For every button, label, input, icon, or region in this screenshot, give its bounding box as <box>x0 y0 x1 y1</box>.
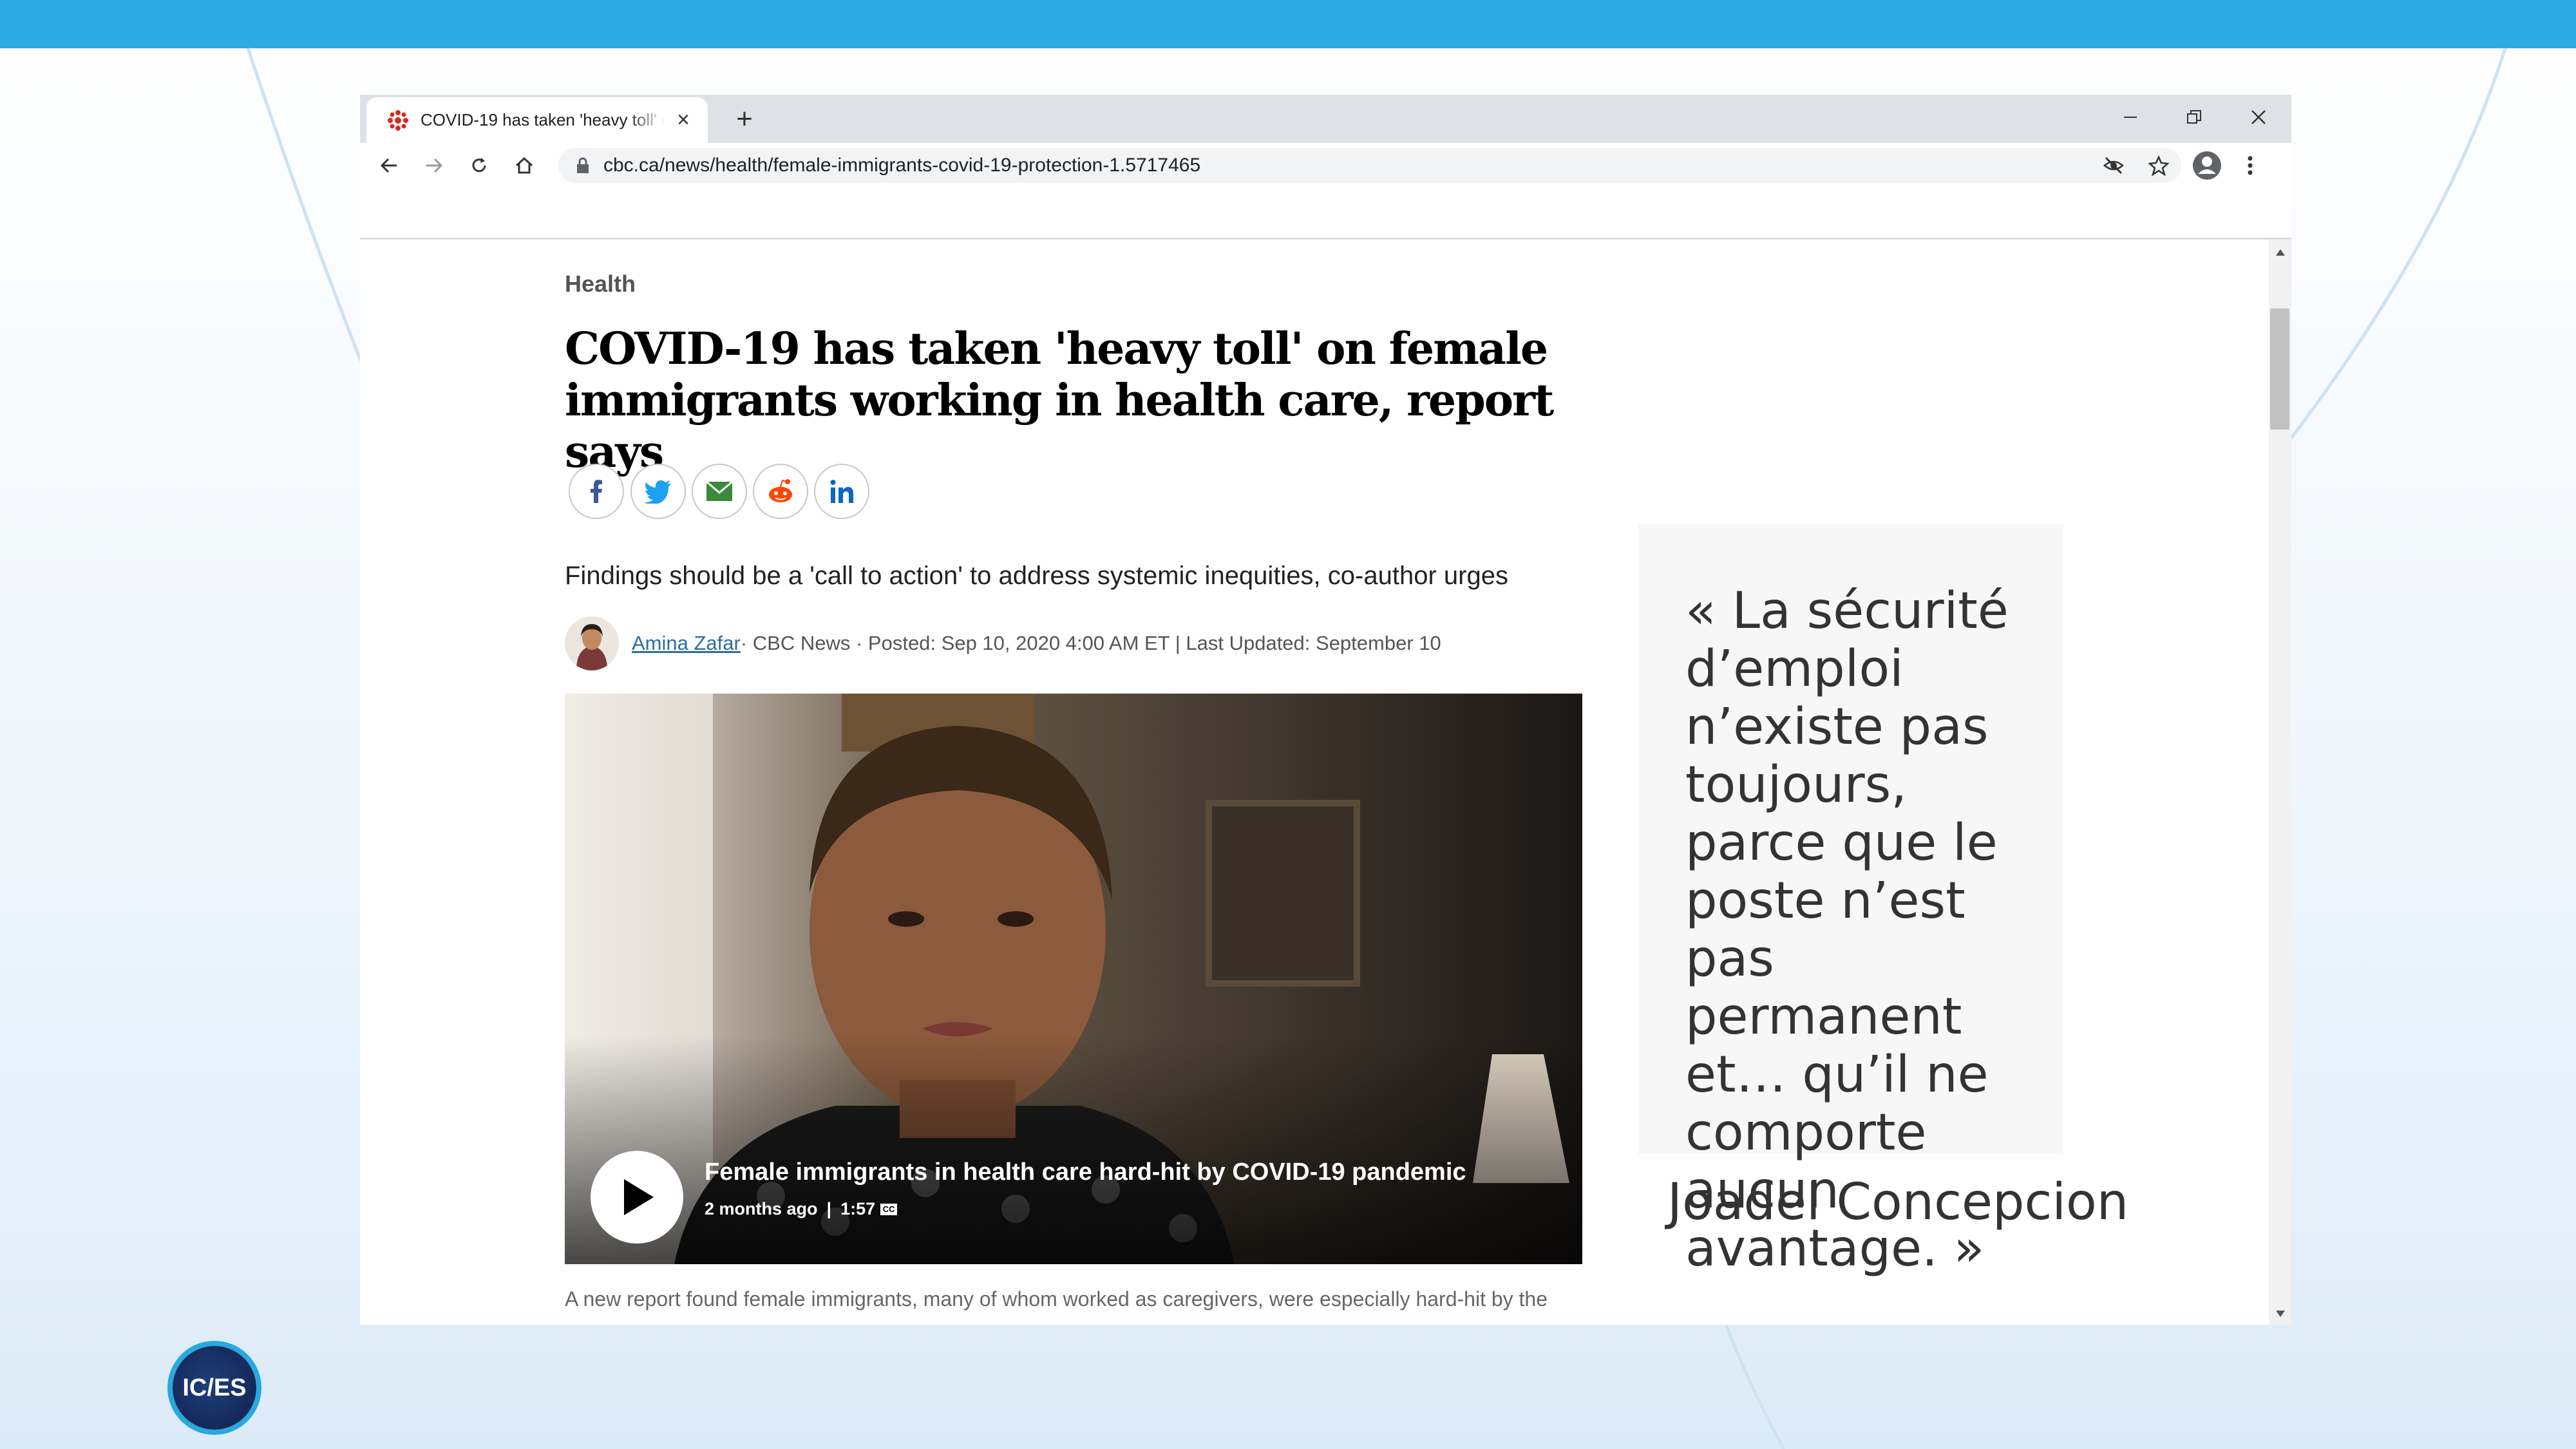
back-arrow-icon <box>380 158 397 173</box>
video-meta-separator: | <box>826 1199 832 1218</box>
browser-toolbar: cbc.ca/news/health/female-immigrants-cov… <box>360 143 2291 188</box>
quote-author: Joadel Concepcion <box>1667 1173 2129 1231</box>
reload-icon <box>472 158 486 173</box>
article-headline: COVID-19 has taken 'heavy toll' on femal… <box>565 323 1554 478</box>
minimize-button[interactable] <box>2111 101 2150 133</box>
bookmark-star-icon[interactable] <box>2143 149 2175 182</box>
url-text: cbc.ca/news/health/female-immigrants-cov… <box>603 155 1201 176</box>
linkedin-share-icon[interactable] <box>814 464 869 519</box>
restore-button[interactable] <box>2175 101 2213 133</box>
tab-close-icon[interactable]: × <box>670 108 696 133</box>
reddit-share-icon[interactable] <box>753 464 808 519</box>
new-tab-button[interactable]: + <box>730 105 759 133</box>
menu-kebab-icon[interactable] <box>2234 149 2266 182</box>
profile-avatar-icon[interactable] <box>2191 149 2223 182</box>
article-body: A new report found female immigrants, ma… <box>565 1287 1548 1311</box>
byline-meta: · CBC News · Posted: Sep 10, 2020 4:00 A… <box>740 632 1441 654</box>
play-icon <box>624 1179 654 1215</box>
ices-logo-text: IC/ES <box>182 1374 247 1401</box>
email-share-icon[interactable] <box>692 464 747 519</box>
section-label[interactable]: Health <box>565 270 636 298</box>
scrollbar-thumb[interactable] <box>2270 308 2289 430</box>
video-meta: 2 months ago | 1:57 CC <box>705 1199 898 1219</box>
ices-logo: IC/ES <box>173 1346 256 1430</box>
byline: Amina Zafar · CBC News · Posted: Sep 10,… <box>565 616 1441 670</box>
video-title: Female immigrants in health care hard-hi… <box>705 1159 1466 1186</box>
author-avatar[interactable] <box>565 616 619 670</box>
back-button[interactable] <box>373 149 405 182</box>
cbc-favicon-icon <box>387 109 409 131</box>
tab-strip: COVID-19 has taken 'heavy toll' on femal… <box>360 95 2291 143</box>
address-bar[interactable]: cbc.ca/news/health/female-immigrants-cov… <box>558 148 2181 183</box>
lock-icon <box>576 157 589 174</box>
eye-off-icon[interactable] <box>2098 149 2130 182</box>
scroll-down-arrow-icon[interactable] <box>2269 1305 2291 1322</box>
home-icon <box>515 156 533 174</box>
video-player[interactable]: Female immigrants in health care hard-hi… <box>565 694 1582 1264</box>
video-age: 2 months ago <box>705 1199 818 1218</box>
twitter-share-icon[interactable] <box>630 464 686 519</box>
browser-tab[interactable]: COVID-19 has taken 'heavy toll' on femal… <box>366 97 708 143</box>
facebook-share-icon[interactable] <box>569 464 624 519</box>
forward-arrow-icon <box>426 158 443 173</box>
article-deck: Findings should be a 'call to action' to… <box>565 562 1508 590</box>
forward-button[interactable] <box>418 149 450 182</box>
closed-caption-icon: CC <box>880 1203 898 1215</box>
reload-button[interactable] <box>463 149 495 182</box>
close-window-button[interactable] <box>2239 101 2278 133</box>
video-duration: 1:57 <box>840 1199 876 1218</box>
scroll-up-arrow-icon[interactable] <box>2269 244 2291 261</box>
home-button[interactable] <box>508 149 540 182</box>
play-button[interactable] <box>591 1151 683 1244</box>
author-link[interactable]: Amina Zafar <box>632 632 741 655</box>
tab-title: COVID-19 has taken 'heavy toll' on femal… <box>421 110 665 129</box>
